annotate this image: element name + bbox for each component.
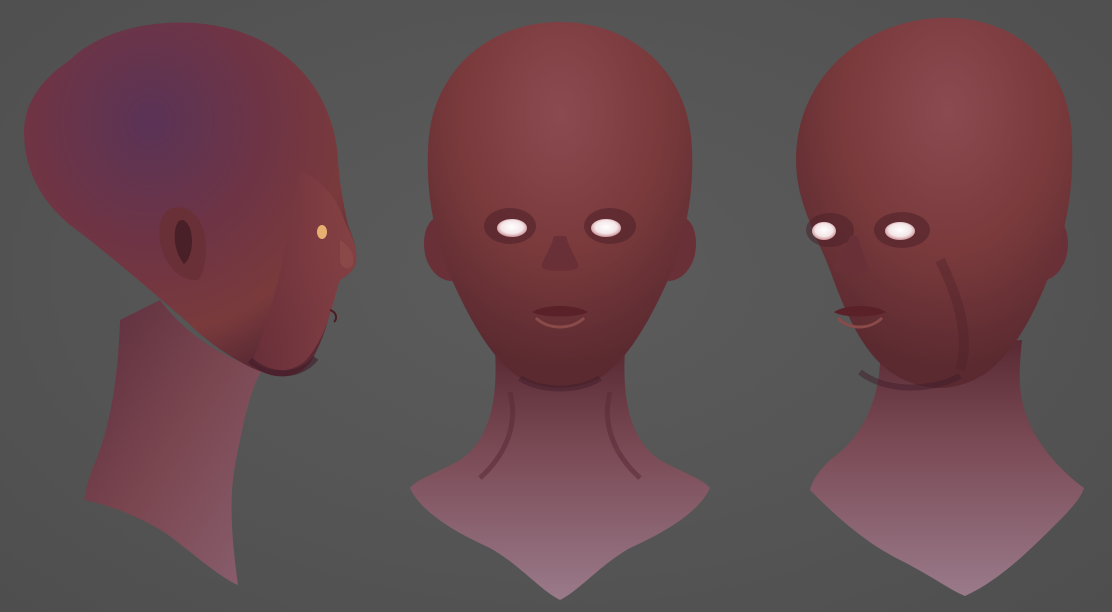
front-skull (427, 22, 693, 388)
tq-eye-left (812, 222, 836, 240)
tq-skull (796, 17, 1073, 388)
render-viewport (0, 0, 1112, 612)
front-eye-left (497, 219, 527, 237)
alien-head-three-quarter (796, 17, 1084, 596)
front-eye-right (591, 219, 621, 237)
side-eye (317, 225, 327, 239)
alien-head-side-profile (23, 22, 357, 585)
tq-eye-right (885, 222, 915, 240)
alien-head-front (410, 22, 710, 600)
